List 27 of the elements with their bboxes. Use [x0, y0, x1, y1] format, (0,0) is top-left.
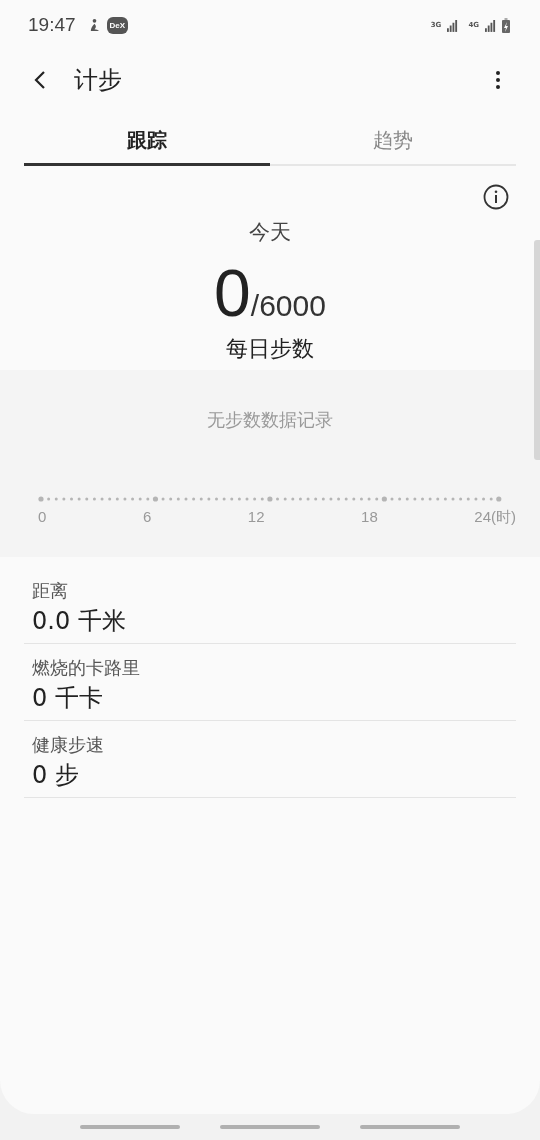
step-goal: /6000 [250, 289, 326, 323]
stat-label: 距离 [32, 579, 69, 603]
empty-message: 无步数数据记录 [207, 408, 333, 432]
tab[interactable]: 跟踪 [24, 118, 270, 166]
status-time: 19:47 [28, 14, 76, 36]
stat-value: 0 步 [32, 760, 80, 791]
stat-label: 健康步速 [32, 733, 105, 757]
battery-charging-icon [502, 17, 510, 33]
stat-value: 0.0 千米 [32, 606, 127, 637]
axis-label: 18 [361, 508, 378, 527]
axis-label: 0 [38, 508, 47, 527]
axis-label: 6 [142, 508, 152, 527]
signal-icon [485, 18, 496, 32]
more-options-icon[interactable] [496, 70, 500, 90]
stat-label: 燃烧的卡路里 [32, 656, 141, 680]
info-icon[interactable] [483, 184, 509, 210]
day-label: 今天 [248, 219, 292, 246]
step-count: 0 [214, 255, 251, 332]
tab[interactable]: 趋势 [270, 118, 516, 166]
dex-badge: DeX [106, 16, 129, 34]
back-icon[interactable] [34, 70, 46, 90]
axis-label: 24(时) [474, 508, 516, 527]
signal-icon [447, 18, 459, 32]
page-title: 计步 [74, 65, 122, 96]
stat-value: 0 千卡 [32, 683, 104, 714]
count-caption: 每日步数 [225, 335, 315, 363]
axis-label: 12 [247, 508, 265, 527]
